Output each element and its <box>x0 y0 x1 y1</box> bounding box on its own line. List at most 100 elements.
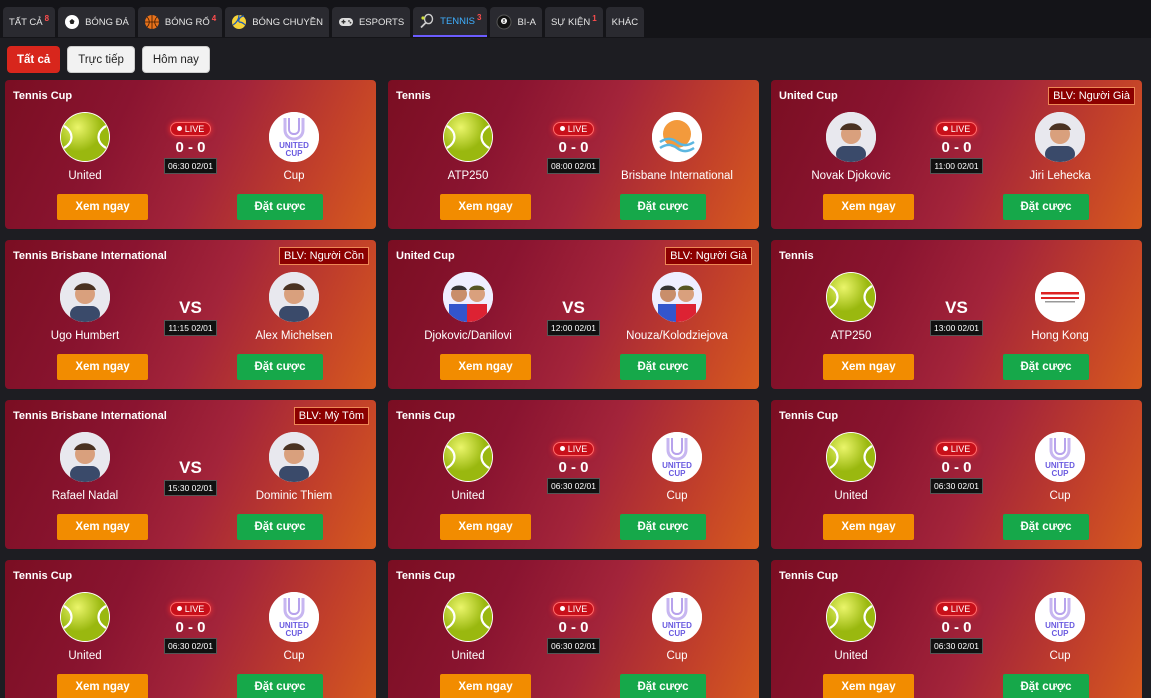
volleyball-icon <box>231 14 247 30</box>
watch-now-button[interactable]: Xem ngay <box>823 194 914 220</box>
match-card[interactable]: United Cup BLV: Người Già Djokovic/Danilov… <box>388 240 759 389</box>
watch-now-button[interactable]: Xem ngay <box>57 514 148 540</box>
home-team-name: United <box>68 650 102 662</box>
svg-text:CUP: CUP <box>669 469 687 478</box>
tab-label: TENNIS <box>440 15 476 27</box>
match-status: VS 12:00 02/01 <box>528 298 619 336</box>
match-card[interactable]: Tennis ATP250 LIVE 0 - 0 08:00 02/01 Brisbane… <box>388 80 759 229</box>
league-name: Tennis Cup <box>779 570 839 582</box>
tab-tất-cả[interactable]: TẤT CẢ 8 <box>3 7 56 37</box>
away-team: UNITED CUP Cup <box>990 592 1130 662</box>
tab-label: BÓNG RỔ <box>164 16 210 28</box>
svg-text:CUP: CUP <box>286 149 304 158</box>
vs-label: VS <box>945 298 968 317</box>
home-team-name: United <box>451 650 485 662</box>
away-united-cup-logo: UNITED CUP <box>1035 432 1085 482</box>
watch-now-button[interactable]: Xem ngay <box>440 194 531 220</box>
watch-now-button[interactable]: Xem ngay <box>823 514 914 540</box>
tab-bi-a[interactable]: 8 BI-A <box>490 7 542 37</box>
filter-all-button[interactable]: Tất cả <box>7 46 61 73</box>
commentator-badge: BLV: Mỳ Tôm <box>293 407 369 425</box>
away-team: Hong Kong <box>990 272 1130 342</box>
match-card[interactable]: United Cup BLV: Người Già Novak Djokovic LI… <box>771 80 1142 229</box>
live-label: LIVE <box>567 603 588 614</box>
tab-sự-kiện[interactable]: SỰ KIỆN 1 <box>544 7 603 37</box>
place-bet-button[interactable]: Đặt cược <box>620 674 706 698</box>
tab-label: KHÁC <box>611 16 639 28</box>
place-bet-button[interactable]: Đặt cược <box>237 354 323 380</box>
place-bet-button[interactable]: Đặt cược <box>1003 194 1089 220</box>
tab-count-badge: 4 <box>211 13 217 23</box>
match-card[interactable]: Tennis Brisbane International BLV: Người … <box>5 240 376 389</box>
match-card[interactable]: Tennis Cup United LIVE 0 - 0 06:30 02/01 UNIT… <box>388 400 759 549</box>
match-card[interactable]: Tennis Cup United LIVE 0 - 0 06:30 02/01 UNIT… <box>5 80 376 229</box>
svg-text:8: 8 <box>503 19 506 25</box>
live-badge: LIVE <box>169 121 212 136</box>
live-dot-icon <box>176 606 182 611</box>
place-bet-button[interactable]: Đặt cược <box>237 674 323 698</box>
tab-tennis[interactable]: TENNIS 3 <box>413 7 488 37</box>
place-bet-button[interactable]: Đặt cược <box>237 194 323 220</box>
place-bet-button[interactable]: Đặt cược <box>620 354 706 380</box>
place-bet-button[interactable]: Đặt cược <box>1003 674 1089 698</box>
filter-today-button[interactable]: Hôm nay <box>141 46 210 73</box>
watch-now-button[interactable]: Xem ngay <box>57 674 148 698</box>
live-badge: LIVE <box>935 601 978 616</box>
watch-now-button[interactable]: Xem ngay <box>57 194 148 220</box>
away-team-name: Dominic Thiem <box>255 490 333 502</box>
match-card[interactable]: Tennis Cup United LIVE 0 - 0 06:30 02/01 UNIT… <box>771 400 1142 549</box>
svg-text:CUP: CUP <box>669 629 687 638</box>
match-time: 06:30 02/01 <box>930 638 983 654</box>
live-label: LIVE <box>184 123 205 134</box>
away-team: Nouza/Kolodziejova <box>607 272 747 342</box>
place-bet-button[interactable]: Đặt cược <box>1003 514 1089 540</box>
away-hong-kong-logo <box>1035 272 1085 322</box>
filter-live-button[interactable]: Trực tiếp <box>67 46 135 73</box>
home-tennis-ball-logo <box>443 112 493 162</box>
match-card[interactable]: Tennis ATP250 VS 13:00 02/01 Hong Kong Xem ng… <box>771 240 1142 389</box>
watch-now-button[interactable]: Xem ngay <box>440 674 531 698</box>
match-card[interactable]: Tennis Cup United LIVE 0 - 0 06:30 02/01 UNIT… <box>388 560 759 698</box>
place-bet-button[interactable]: Đặt cược <box>237 514 323 540</box>
league-name: Tennis Brisbane International <box>13 250 167 262</box>
match-status: VS 13:00 02/01 <box>911 298 1002 336</box>
watch-now-button[interactable]: Xem ngay <box>823 354 914 380</box>
tab-bóng-rổ[interactable]: BÓNG RỔ 4 <box>137 7 223 37</box>
home-player-photo <box>826 112 876 162</box>
home-tennis-ball-logo <box>443 432 493 482</box>
tab-label: SỰ KIỆN <box>550 16 591 28</box>
place-bet-button[interactable]: Đặt cược <box>620 514 706 540</box>
home-team-name: United <box>68 170 102 182</box>
match-time: 12:00 02/01 <box>547 320 600 336</box>
home-team: Djokovic/Danilovi <box>398 272 538 342</box>
tab-count-badge: 1 <box>592 13 597 23</box>
match-status: LIVE 0 - 0 08:00 02/01 <box>528 118 619 174</box>
tab-bóng-chuyền[interactable]: BÓNG CHUYỀN <box>225 7 329 37</box>
away-united-cup-logo: UNITED CUP <box>1035 592 1085 642</box>
watch-now-button[interactable]: Xem ngay <box>57 354 148 380</box>
match-time: 11:00 02/01 <box>930 158 983 174</box>
tab-khác[interactable]: KHÁC <box>605 7 645 37</box>
tab-bóng-đá[interactable]: BÓNG ĐÁ <box>58 7 135 37</box>
home-tennis-ball-logo <box>443 592 493 642</box>
filter-bar: Tất cả Trực tiếp Hôm nay <box>7 46 210 73</box>
place-bet-button[interactable]: Đặt cược <box>620 194 706 220</box>
tab-esports[interactable]: ESPORTS <box>331 7 411 37</box>
place-bet-button[interactable]: Đặt cược <box>1003 354 1089 380</box>
watch-now-button[interactable]: Xem ngay <box>440 514 531 540</box>
away-team: Jiri Lehecka <box>990 112 1130 182</box>
match-card[interactable]: Tennis Brisbane International BLV: Mỳ Tôm… <box>5 400 376 549</box>
watch-now-button[interactable]: Xem ngay <box>823 674 914 698</box>
match-status: LIVE 0 - 0 06:30 02/01 <box>145 118 236 174</box>
match-card[interactable]: Tennis Cup United LIVE 0 - 0 06:30 02/01 UNIT… <box>771 560 1142 698</box>
away-team: Alex Michelsen <box>224 272 364 342</box>
away-team: Brisbane International <box>607 112 747 182</box>
league-name: Tennis Cup <box>396 570 456 582</box>
league-name: Tennis Cup <box>13 90 73 102</box>
billiard-ball-icon: 8 <box>496 14 512 30</box>
home-tennis-ball-logo <box>826 432 876 482</box>
match-status: VS 11:15 02/01 <box>145 298 236 336</box>
match-status: LIVE 0 - 0 06:30 02/01 <box>528 598 619 654</box>
watch-now-button[interactable]: Xem ngay <box>440 354 531 380</box>
match-card[interactable]: Tennis Cup United LIVE 0 - 0 06:30 02/01 UNIT… <box>5 560 376 698</box>
